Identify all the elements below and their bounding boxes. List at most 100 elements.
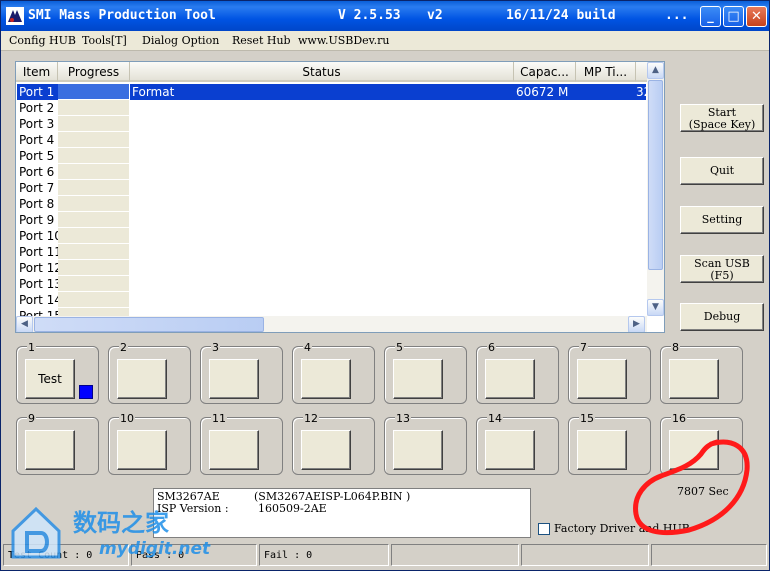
port-slot-7: 7	[568, 342, 651, 404]
port-label: Port 2	[19, 101, 55, 115]
port-number: 8	[671, 341, 680, 354]
table-row[interactable]: Port 1 Format 60672 M 32	[16, 84, 651, 100]
column-header-progress[interactable]: Progress	[58, 62, 130, 82]
capacity-cell: 60672 M	[516, 85, 569, 99]
table-row[interactable]: Port 4	[16, 132, 646, 148]
scroll-up-icon[interactable]: ▲	[647, 62, 664, 79]
minimize-button[interactable]: _	[700, 6, 721, 27]
port-slot-5: 5	[384, 342, 467, 404]
vertical-scrollbar[interactable]: ▲ ▼	[647, 62, 664, 316]
port-slot-13: 13	[384, 413, 467, 475]
main-window: SMI Mass Production Tool V 2.5.53 v2 16/…	[0, 0, 770, 571]
scroll-right-icon[interactable]: ▶	[628, 316, 645, 332]
port-label: Port 8	[19, 197, 55, 211]
horizontal-scrollbar[interactable]: ◀ ▶	[16, 316, 647, 332]
port-number: 16	[671, 412, 687, 425]
table-row[interactable]: Port 10	[16, 228, 646, 244]
controller-info-box: SM3267AE (SM3267AEISP-L064P.BIN ) ISP Ve…	[153, 488, 531, 538]
progress-cell	[58, 308, 129, 316]
menu-tools[interactable]: Tools[T]	[82, 34, 127, 47]
port-button[interactable]	[209, 359, 259, 399]
scan-usb-hint: (F5)	[710, 269, 734, 282]
debug-button[interactable]: Debug	[680, 303, 764, 331]
quit-button[interactable]: Quit	[680, 157, 764, 185]
progress-cell	[58, 84, 129, 100]
mydigit-watermark: 数码之家 mydigit.net	[7, 501, 210, 565]
progress-cell	[58, 292, 129, 308]
progress-cell	[58, 276, 129, 292]
port-button[interactable]	[393, 430, 443, 470]
port-button[interactable]	[117, 359, 167, 399]
port-slot-1: 1 Test	[16, 342, 99, 404]
port-number: 4	[303, 341, 312, 354]
port-button[interactable]	[209, 430, 259, 470]
table-row[interactable]: Port 6	[16, 164, 646, 180]
table-row[interactable]: Port 11	[16, 244, 646, 260]
port-button[interactable]	[117, 430, 167, 470]
port-number: 13	[395, 412, 411, 425]
menu-dialog-option[interactable]: Dialog Option	[142, 34, 219, 47]
table-row[interactable]: Port 8	[16, 196, 646, 212]
scroll-down-icon[interactable]: ▼	[647, 299, 664, 316]
port-number: 11	[211, 412, 227, 425]
table-row[interactable]: Port 5	[16, 148, 646, 164]
port-slot-9: 9	[16, 413, 99, 475]
port-slot-12: 12	[292, 413, 375, 475]
port-test-button[interactable]: Test	[25, 359, 75, 399]
table-row[interactable]: Port 2	[16, 100, 646, 116]
port-list[interactable]: Item Progress Status Capac... MP Ti... P…	[15, 61, 665, 333]
table-row[interactable]: Port 3	[16, 116, 646, 132]
table-row[interactable]: Port 9	[16, 212, 646, 228]
setting-button[interactable]: Setting	[680, 206, 764, 234]
table-row[interactable]: Port 12	[16, 260, 646, 276]
vertical-scroll-thumb[interactable]	[648, 80, 663, 270]
port-slot-11: 11	[200, 413, 283, 475]
column-header-mp-time[interactable]: MP Ti...	[576, 62, 636, 82]
horizontal-scroll-thumb[interactable]	[34, 317, 264, 332]
port-button[interactable]	[25, 430, 75, 470]
isp-version-value: 160509-2AE	[258, 502, 327, 515]
maximize-button[interactable]: □	[723, 6, 744, 27]
menu-config-hub[interactable]: Config HUB	[9, 34, 76, 47]
factory-driver-checkbox[interactable]	[538, 523, 550, 535]
port-button[interactable]	[485, 359, 535, 399]
port-slot-2: 2	[108, 342, 191, 404]
port-label: Port 9	[19, 213, 55, 227]
column-header-item[interactable]: Item	[16, 62, 58, 82]
port-number: 12	[303, 412, 319, 425]
port-slot-10: 10	[108, 413, 191, 475]
fail-count: Fail : 0	[259, 544, 389, 566]
menu-reset-hub[interactable]: Reset Hub	[232, 34, 291, 47]
table-row[interactable]: Port 15	[16, 308, 646, 316]
port-button[interactable]	[301, 430, 351, 470]
port-button[interactable]	[485, 430, 535, 470]
scan-usb-button[interactable]: Scan USB (F5)	[680, 255, 764, 283]
menu-usbdev-link[interactable]: www.USBDev.ru	[298, 34, 389, 47]
progress-cell	[58, 132, 129, 148]
selected-row-bar: Format 60672 M 32	[130, 84, 651, 100]
table-row[interactable]: Port 14	[16, 292, 646, 308]
column-header-capacity[interactable]: Capac...	[514, 62, 576, 82]
table-row[interactable]: Port 7	[16, 180, 646, 196]
start-button[interactable]: Start (Space Key)	[680, 104, 764, 132]
port-button[interactable]	[577, 359, 627, 399]
table-row[interactable]: Port 13	[16, 276, 646, 292]
port-button[interactable]	[393, 359, 443, 399]
progress-cell	[58, 228, 129, 244]
port-button[interactable]	[301, 359, 351, 399]
progress-cell	[58, 196, 129, 212]
port-button[interactable]	[577, 430, 627, 470]
close-button[interactable]: ✕	[746, 6, 767, 27]
port-number: 6	[487, 341, 496, 354]
start-button-hint: (Space Key)	[688, 118, 756, 131]
port-slot-6: 6	[476, 342, 559, 404]
scroll-left-icon[interactable]: ◀	[16, 316, 33, 332]
title-bar[interactable]: SMI Mass Production Tool V 2.5.53 v2 16/…	[1, 1, 769, 31]
column-header-status[interactable]: Status	[130, 62, 514, 82]
port-label: Port 4	[19, 133, 55, 147]
port-button[interactable]	[669, 359, 719, 399]
port-number: 2	[119, 341, 128, 354]
progress-cell	[58, 100, 129, 116]
red-annotation-circle-icon	[633, 439, 750, 536]
port-slot-3: 3	[200, 342, 283, 404]
